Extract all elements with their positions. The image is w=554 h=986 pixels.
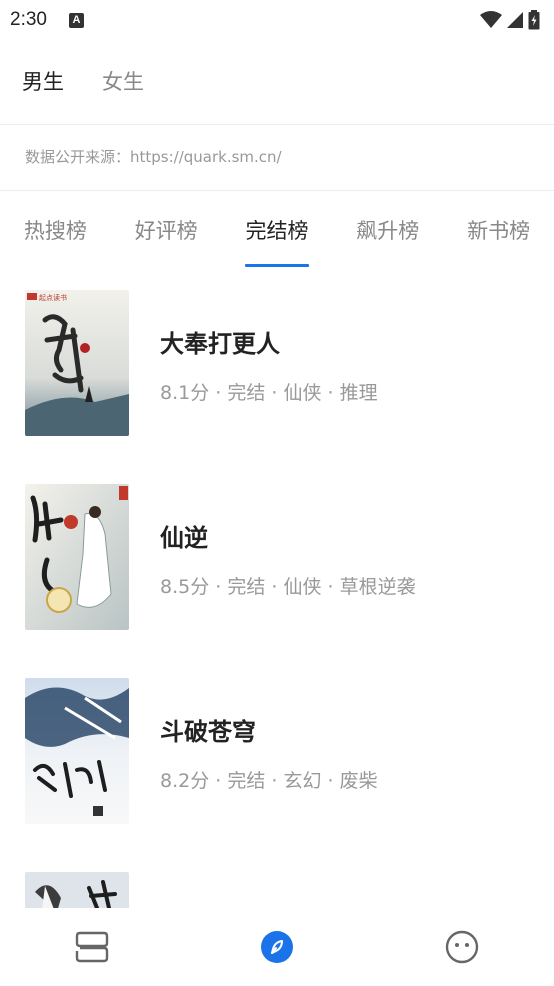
compass-icon [260, 931, 293, 963]
list-item[interactable]: 起点读书 大奉打更人 8.1分 · 完结 · 仙侠 · 推理 [25, 290, 545, 436]
book-cover: 起点读书 [25, 290, 129, 436]
book-cover [25, 872, 129, 908]
data-source-note: 数据公开来源：https://quark.sm.cn/ [25, 148, 282, 166]
tab-female[interactable]: 女生 [102, 66, 144, 96]
divider [0, 124, 554, 125]
tab-hot-search[interactable]: 热搜榜 [0, 205, 111, 267]
status-bar: 2:30 A [0, 0, 554, 40]
list-item[interactable]: 斗破苍穹 8.2分 · 完结 · 玄幻 · 废柴 [25, 678, 545, 824]
tab-male[interactable]: 男生 [22, 66, 64, 96]
tab-completed[interactable]: 完结榜 [222, 205, 333, 267]
list-item[interactable]: 仙逆 8.5分 · 完结 · 仙侠 · 草根逆袭 [25, 484, 545, 630]
nav-bookshelf[interactable] [0, 908, 185, 986]
tab-rising[interactable]: 飙升榜 [332, 205, 443, 267]
book-cover [25, 678, 129, 824]
book-meta: 8.1分 · 完结 · 仙侠 · 推理 [160, 382, 378, 404]
bookshelf-icon [76, 931, 109, 963]
ranking-tabs: 热搜榜 好评榜 完结榜 飙升榜 新书榜 [0, 205, 554, 267]
book-title: 大奉打更人 [160, 330, 280, 358]
tab-new-books[interactable]: 新书榜 [443, 205, 554, 267]
book-cover [25, 484, 129, 630]
signal-icon [507, 12, 523, 28]
nav-discover[interactable] [185, 908, 370, 986]
nav-profile[interactable] [369, 908, 554, 986]
book-title: 仙逆 [160, 524, 208, 552]
status-time: 2:30 [10, 9, 47, 30]
status-icons [480, 10, 540, 30]
cover-publisher-label: 起点读书 [39, 293, 67, 302]
tab-top-rated[interactable]: 好评榜 [111, 205, 222, 267]
list-item[interactable] [25, 872, 545, 908]
wifi-icon [480, 11, 502, 28]
book-meta: 8.2分 · 完结 · 玄幻 · 废柴 [160, 770, 378, 792]
gender-tabs: 男生 女生 [0, 56, 144, 106]
divider [0, 190, 554, 191]
book-title: 斗破苍穹 [160, 718, 256, 746]
smiley-icon [445, 930, 478, 964]
battery-icon [528, 10, 540, 30]
book-meta: 8.5分 · 完结 · 仙侠 · 草根逆袭 [160, 576, 416, 598]
bottom-nav [0, 908, 554, 986]
notification-a-icon: A [68, 12, 84, 28]
book-list: 起点读书 大奉打更人 8.1分 · 完结 · 仙侠 · 推理 仙逆 8.5分 ·… [0, 267, 554, 908]
